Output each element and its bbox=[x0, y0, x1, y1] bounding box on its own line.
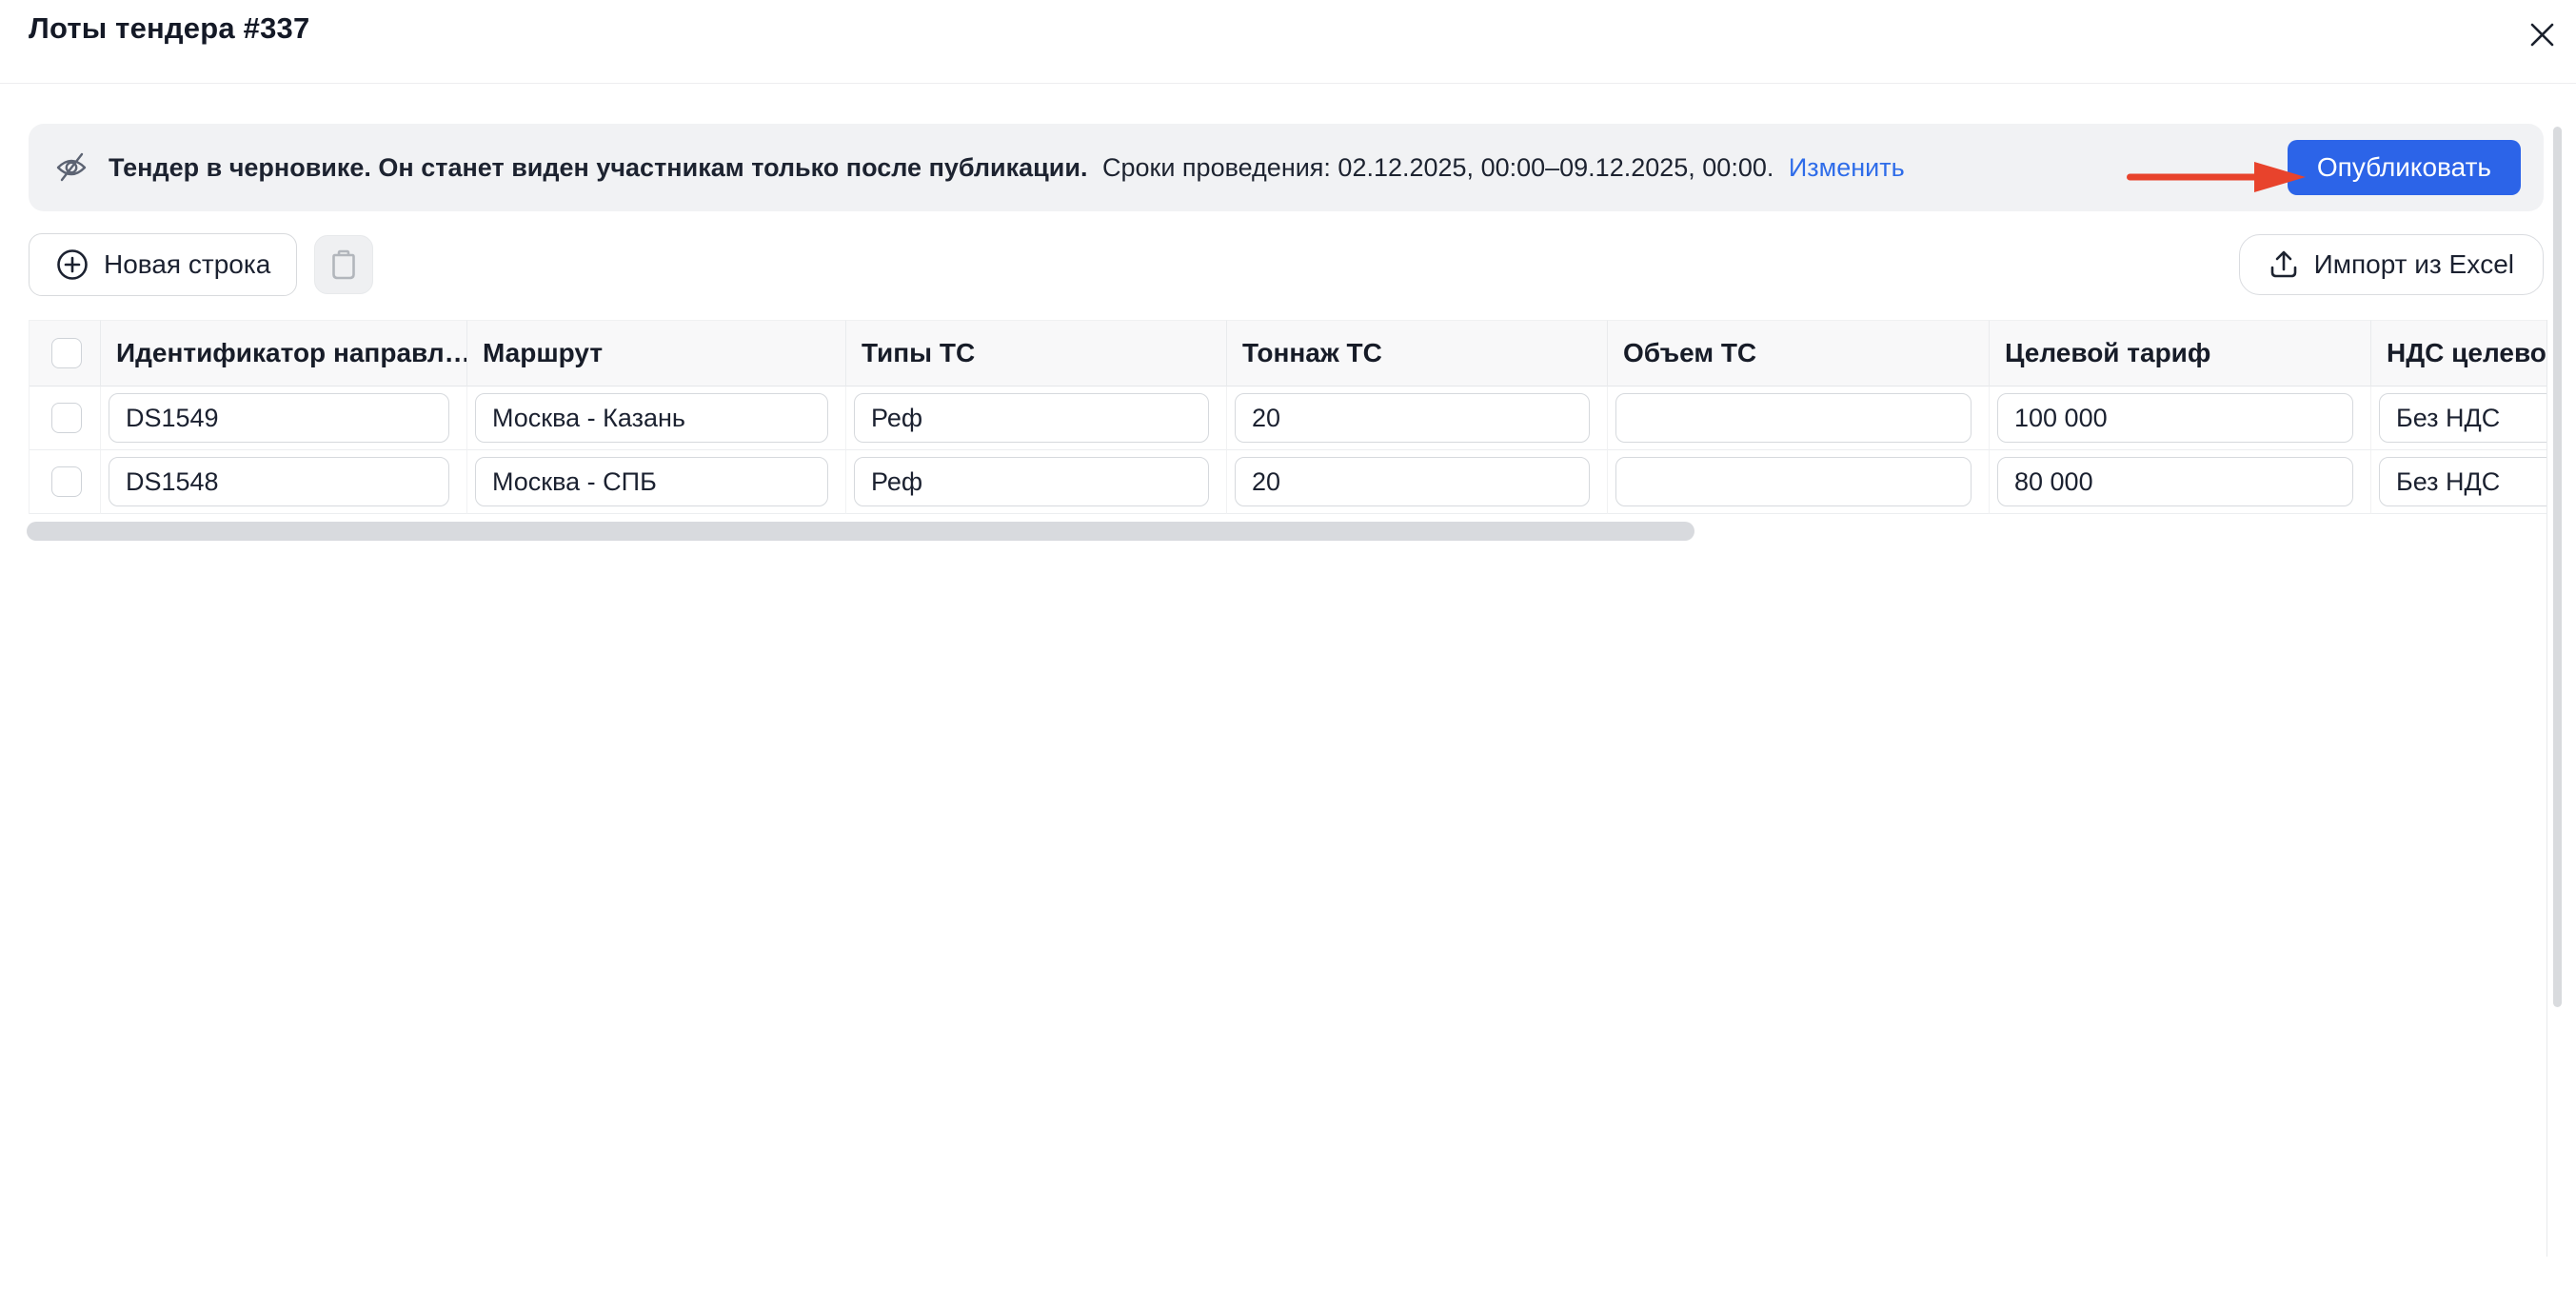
draft-banner: Тендер в черновике. Он станет виден учас… bbox=[29, 124, 2544, 211]
route-input[interactable] bbox=[475, 457, 828, 506]
vertical-scrollbar[interactable] bbox=[2553, 127, 2562, 1007]
vat-input[interactable] bbox=[2379, 457, 2547, 506]
header-cell-route: Маршрут bbox=[467, 320, 846, 386]
header-cell-id: Идентификатор направл… bbox=[101, 320, 467, 386]
row-checkbox[interactable] bbox=[51, 403, 82, 433]
page-title: Лоты тендера #337 bbox=[29, 11, 310, 45]
header-cell-vat: НДС целевого тарифа bbox=[2371, 320, 2547, 386]
tender-lots-modal: Лоты тендера #337 Тендер в черновике. Он… bbox=[0, 0, 2576, 1308]
header-cell-target-rate: Целевой тариф bbox=[1990, 320, 2371, 386]
select-all-checkbox[interactable] bbox=[51, 338, 82, 368]
header-cell-vehicle-types: Типы ТС bbox=[846, 320, 1227, 386]
vat-input[interactable] bbox=[2379, 393, 2547, 443]
eye-off-icon bbox=[54, 150, 89, 185]
target-rate-input[interactable] bbox=[1997, 457, 2353, 506]
lots-table: Идентификатор направл… Маршрут Типы ТС Т… bbox=[29, 320, 2547, 514]
red-arrow-annotation bbox=[2125, 158, 2308, 196]
import-excel-button[interactable]: Импорт из Excel bbox=[2238, 234, 2544, 295]
volume-input[interactable] bbox=[1615, 393, 1972, 443]
publish-button[interactable]: Опубликовать bbox=[2287, 140, 2521, 195]
close-button[interactable] bbox=[2523, 15, 2561, 53]
header-cell-select bbox=[30, 320, 101, 386]
upload-icon bbox=[2269, 248, 2299, 281]
trash-icon bbox=[327, 248, 360, 282]
table-row bbox=[30, 450, 101, 514]
horizontal-scrollbar[interactable] bbox=[27, 522, 1694, 541]
id-input[interactable] bbox=[109, 457, 449, 506]
header-divider bbox=[0, 83, 2576, 84]
edit-dates-link[interactable]: Изменить bbox=[1789, 153, 1905, 182]
target-rate-input[interactable] bbox=[1997, 393, 2353, 443]
new-row-button[interactable]: Новая строка bbox=[29, 233, 298, 296]
draft-banner-bold-text: Тендер в черновике. Он станет виден учас… bbox=[109, 152, 1088, 182]
delete-rows-button[interactable] bbox=[314, 235, 374, 294]
vehicle-types-input[interactable] bbox=[854, 457, 1209, 506]
vehicle-types-input[interactable] bbox=[854, 393, 1209, 443]
plus-circle-icon bbox=[55, 248, 89, 282]
lots-grid: Идентификатор направл… Маршрут Типы ТС Т… bbox=[29, 320, 2547, 514]
scrollbar-track-line bbox=[2546, 320, 2547, 1257]
toolbar: Новая строка Импорт из Excel bbox=[29, 233, 2544, 296]
import-excel-button-label: Импорт из Excel bbox=[2313, 249, 2514, 279]
id-input[interactable] bbox=[109, 393, 449, 443]
table-row bbox=[30, 386, 101, 450]
draft-banner-dates-text: Сроки проведения: 02.12.2025, 00:00–09.1… bbox=[1102, 152, 1774, 182]
tonnage-input[interactable] bbox=[1235, 457, 1590, 506]
route-input[interactable] bbox=[475, 393, 828, 443]
volume-input[interactable] bbox=[1615, 457, 1972, 506]
header-cell-volume: Объем ТС bbox=[1608, 320, 1990, 386]
header-cell-tonnage: Тоннаж ТС bbox=[1227, 320, 1608, 386]
row-checkbox[interactable] bbox=[51, 466, 82, 497]
close-icon bbox=[2527, 20, 2557, 50]
draft-banner-text: Тендер в черновике. Он станет виден учас… bbox=[109, 153, 1905, 183]
new-row-button-label: Новая строка bbox=[104, 249, 271, 279]
tonnage-input[interactable] bbox=[1235, 393, 1590, 443]
